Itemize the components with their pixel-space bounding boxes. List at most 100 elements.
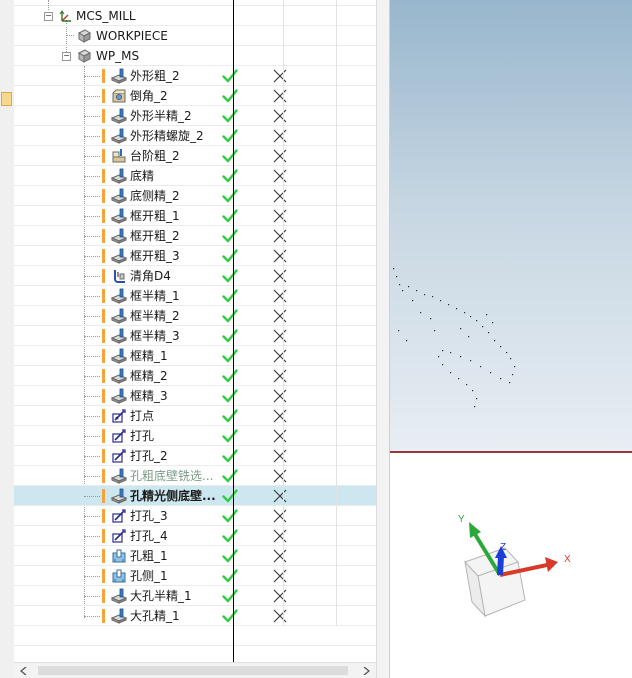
scrollbar-thumb[interactable]	[38, 666, 348, 675]
operation-row[interactable]: 孔侧_1	[14, 566, 376, 586]
status-marker	[102, 489, 105, 503]
operation-row[interactable]: 打点	[14, 406, 376, 426]
operation-name: 框精_1	[130, 349, 168, 363]
status-marker	[102, 169, 105, 183]
toolbar-button[interactable]	[1, 448, 12, 462]
status-marker	[102, 209, 105, 223]
toolbar-button[interactable]	[1, 140, 12, 154]
operation-row[interactable]: 大孔半精_1	[14, 586, 376, 606]
status-marker	[102, 409, 105, 423]
cross-icon	[273, 129, 287, 143]
operation-row[interactable]: 清角D4	[14, 266, 376, 286]
operation-row[interactable]: 框半精_3	[14, 326, 376, 346]
collapse-icon[interactable]: −	[44, 12, 53, 21]
tree-guide-line	[84, 496, 100, 497]
operation-row[interactable]: 框开粗_3	[14, 246, 376, 266]
toolbar-button[interactable]	[1, 314, 12, 328]
tree-guide-line	[84, 296, 100, 297]
operation-navigator-tab[interactable]	[1, 92, 12, 106]
status-marker	[102, 429, 105, 443]
check-icon	[221, 447, 239, 465]
operation-row[interactable]: 台阶粗_2	[14, 146, 376, 166]
check-icon	[221, 547, 239, 565]
operation-name: 框半精_1	[130, 289, 180, 303]
operation-name: 打孔_3	[130, 509, 168, 523]
toolbar-button[interactable]	[1, 645, 12, 659]
toolbar-button[interactable]	[1, 352, 12, 366]
status-marker	[102, 569, 105, 583]
collapse-icon[interactable]: −	[62, 52, 71, 61]
status-marker	[102, 329, 105, 343]
operation-row[interactable]: 孔粗_1	[14, 546, 376, 566]
drill-icon	[111, 448, 127, 464]
cross-icon	[273, 449, 287, 463]
toolbar-button[interactable]	[1, 502, 12, 516]
operation-row[interactable]: 底侧精_2	[14, 186, 376, 206]
cavity-mill-icon	[110, 288, 128, 304]
check-icon	[221, 207, 239, 225]
cross-icon	[273, 349, 287, 363]
operation-row[interactable]: 框开粗_1	[14, 206, 376, 226]
operation-row[interactable]: 外形粗_2	[14, 66, 376, 86]
scroll-left-icon[interactable]	[20, 667, 28, 675]
tree-row-wp-ms[interactable]: − WP_MS	[14, 46, 376, 66]
operation-row[interactable]: 外形精螺旋_2	[14, 126, 376, 146]
tree-row-mcs-mill[interactable]: − MCS_MILL	[14, 6, 376, 26]
toolpath-points	[393, 268, 516, 408]
operation-row[interactable]: 打孔_2	[14, 446, 376, 466]
operation-row[interactable]: 框精_2	[14, 366, 376, 386]
toolbar-button[interactable]	[1, 268, 12, 282]
toolbar-button[interactable]	[1, 398, 12, 412]
cross-icon	[273, 169, 287, 183]
tree-guide-line	[84, 136, 100, 137]
toolbar-button[interactable]	[1, 64, 12, 78]
cross-icon	[273, 149, 287, 163]
status-marker	[102, 289, 105, 303]
hole-mill-icon	[111, 568, 127, 584]
toolbar-button[interactable]	[1, 20, 12, 34]
operation-row[interactable]: 打孔	[14, 426, 376, 446]
toolbar-button[interactable]	[1, 555, 12, 569]
operation-row[interactable]: 大孔精_1	[14, 606, 376, 626]
operation-row[interactable]: 孔精光侧底壁...	[14, 486, 376, 506]
tree-row-label: ...	[70, 0, 81, 3]
cross-icon	[273, 549, 287, 563]
check-icon	[221, 307, 239, 325]
cavity-mill-icon	[110, 608, 128, 624]
tree-row-workpiece[interactable]: WORKPIECE	[14, 26, 376, 46]
column-divider	[336, 0, 337, 626]
operation-row[interactable]: 框半精_1	[14, 286, 376, 306]
operation-row[interactable]: 外形半精_2	[14, 106, 376, 126]
operation-name: 台阶粗_2	[130, 149, 180, 163]
operation-row[interactable]: 打孔_3	[14, 506, 376, 526]
drill-icon	[111, 508, 127, 524]
toolbar-button[interactable]	[1, 228, 12, 242]
status-marker	[102, 249, 105, 263]
tree-guide-line	[84, 176, 100, 177]
graphics-viewport[interactable]: Y X Z	[390, 0, 632, 678]
horizontal-scrollbar[interactable]	[14, 662, 376, 678]
operation-row[interactable]: 孔粗底壁铣选...	[14, 466, 376, 486]
operation-row[interactable]: 倒角_2	[14, 86, 376, 106]
operation-row[interactable]: 框开粗_2	[14, 226, 376, 246]
cross-icon	[273, 69, 287, 83]
toolbar-button[interactable]	[1, 185, 12, 199]
operation-row[interactable]: 框半精_2	[14, 306, 376, 326]
cross-icon	[273, 309, 287, 323]
cavity-mill-icon	[110, 108, 128, 124]
scroll-right-icon[interactable]	[362, 667, 370, 675]
cross-icon	[273, 529, 287, 543]
check-icon	[221, 147, 239, 165]
axis-z-label: Z	[500, 542, 506, 553]
operation-row[interactable]: 打孔_4	[14, 526, 376, 546]
status-marker	[102, 549, 105, 563]
viewport-upper-pane[interactable]	[390, 0, 632, 452]
operation-row[interactable]: 底精	[14, 166, 376, 186]
check-icon	[221, 407, 239, 425]
status-marker	[102, 189, 105, 203]
operation-row[interactable]: 框精_3	[14, 386, 376, 406]
toolbar-button[interactable]	[1, 606, 12, 620]
vertical-scrollbar[interactable]	[376, 0, 390, 678]
operation-row[interactable]: 框精_1	[14, 346, 376, 366]
operation-name: 打孔_4	[130, 529, 168, 543]
